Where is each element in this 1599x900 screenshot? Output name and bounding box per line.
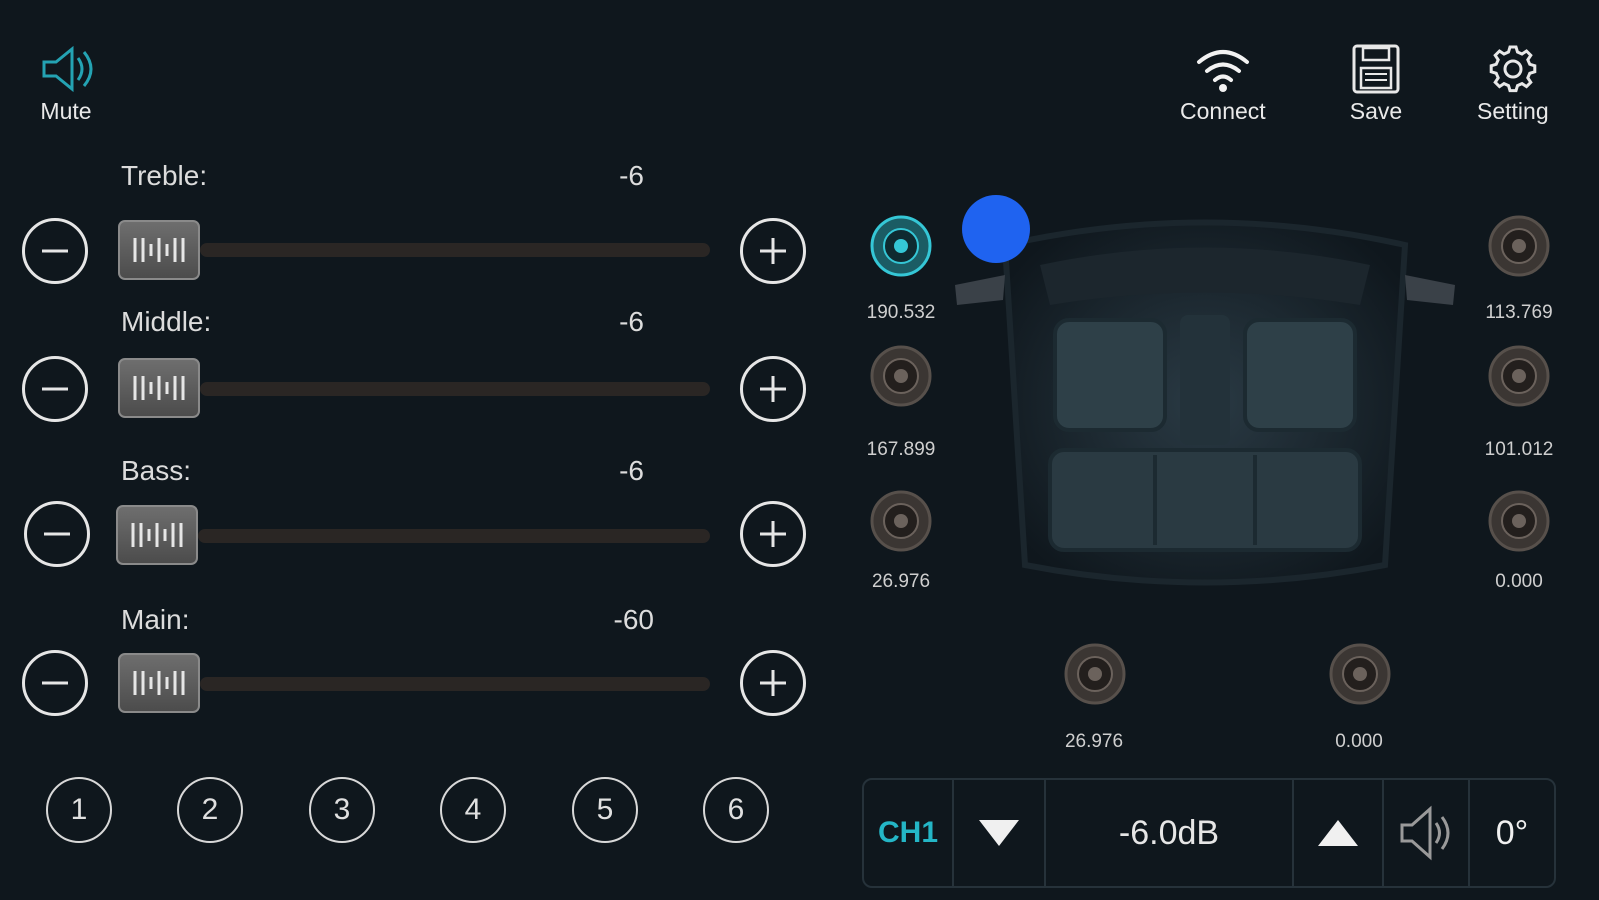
channel-selector[interactable]: CH1 <box>864 780 954 886</box>
treble-increase-button[interactable] <box>740 218 806 284</box>
main-increase-button[interactable] <box>740 650 806 716</box>
level-display: -6.0dB <box>1046 780 1294 886</box>
minus-icon <box>42 681 68 685</box>
preset-4-button[interactable]: 4 <box>440 777 506 843</box>
triangle-down-icon <box>979 820 1019 846</box>
phase-value: 0° <box>1495 813 1529 852</box>
level-up-button[interactable] <box>1294 780 1384 886</box>
bass-slider-thumb[interactable] <box>116 505 198 565</box>
speaker-mid-right-icon[interactable] <box>1488 345 1550 407</box>
preset-1-button[interactable]: 1 <box>46 777 112 843</box>
setting-button[interactable]: Setting <box>1477 44 1549 125</box>
middle-slider-thumb[interactable] <box>118 358 200 418</box>
middle-label: Middle: <box>121 306 212 337</box>
bass-decrease-button[interactable] <box>24 501 90 567</box>
connect-button[interactable]: Connect <box>1180 44 1266 125</box>
bass-label: Bass: <box>121 455 192 486</box>
save-label: Save <box>1349 98 1403 124</box>
speaker-icon <box>42 45 93 93</box>
speaker-mid-left-icon[interactable] <box>870 345 932 407</box>
middle-decrease-button[interactable] <box>22 356 88 422</box>
save-button[interactable]: Save <box>1348 44 1404 125</box>
grip-icon <box>131 523 183 547</box>
speaker-icon <box>1400 805 1450 861</box>
speaker-front-right-value: 113.769 <box>1485 302 1553 323</box>
level-value: -6.0dB <box>1118 813 1220 852</box>
wifi-icon <box>1196 50 1249 92</box>
listening-position-indicator[interactable] <box>962 195 1030 263</box>
bass-value: -6 <box>619 455 644 486</box>
treble-slider-thumb[interactable] <box>118 220 200 280</box>
setting-label: Setting <box>1477 98 1549 124</box>
grip-icon <box>133 238 185 262</box>
car-interior-image <box>955 219 1455 586</box>
speaker-bottom-left-value: 26.976 <box>1064 731 1124 752</box>
middle-increase-button[interactable] <box>740 356 806 422</box>
main-decrease-button[interactable] <box>22 650 88 716</box>
treble-slider-track[interactable] <box>200 243 710 257</box>
grip-icon <box>133 376 185 400</box>
triangle-up-icon <box>1318 820 1358 846</box>
middle-slider-track[interactable] <box>200 382 710 396</box>
speaker-bottom-right-value: 0.000 <box>1335 731 1383 752</box>
main-value: -60 <box>613 604 654 635</box>
preset-5-button[interactable]: 5 <box>572 777 638 843</box>
speaker-rear-right-value: 0.000 <box>1495 571 1543 592</box>
speaker-bottom-left-icon[interactable] <box>1064 643 1126 705</box>
speaker-mid-right-value: 101.012 <box>1484 439 1554 460</box>
mute-button[interactable]: Mute <box>36 44 96 125</box>
treble-decrease-button[interactable] <box>22 218 88 284</box>
minus-icon <box>42 249 68 253</box>
speaker-bottom-right-icon[interactable] <box>1329 643 1391 705</box>
save-icon <box>1352 44 1400 94</box>
middle-value: -6 <box>619 306 644 337</box>
plus-icon <box>760 521 786 547</box>
bass-increase-button[interactable] <box>740 501 806 567</box>
preset-3-button[interactable]: 3 <box>309 777 375 843</box>
speaker-front-left-value: 190.532 <box>866 302 936 323</box>
speaker-front-right-icon[interactable] <box>1488 215 1550 277</box>
speaker-rear-right-icon[interactable] <box>1488 490 1550 552</box>
preset-2-button[interactable]: 2 <box>177 777 243 843</box>
minus-icon <box>44 532 70 536</box>
connect-label: Connect <box>1180 98 1266 124</box>
channel-control-bar: CH1 -6.0dB 0° <box>862 778 1556 888</box>
main-slider-thumb[interactable] <box>118 653 200 713</box>
mute-label: Mute <box>40 98 92 124</box>
treble-label: Treble: <box>121 160 208 191</box>
plus-icon <box>760 238 786 264</box>
phase-button[interactable]: 0° <box>1470 780 1554 886</box>
gear-icon <box>1489 45 1537 93</box>
bass-slider-track[interactable] <box>198 529 710 543</box>
treble-value: -6 <box>619 160 644 191</box>
plus-icon <box>760 670 786 696</box>
grip-icon <box>133 671 185 695</box>
preset-6-button[interactable]: 6 <box>703 777 769 843</box>
minus-icon <box>42 387 68 391</box>
speaker-mid-left-value: 167.899 <box>866 439 936 460</box>
channel-label: CH1 <box>877 816 938 849</box>
main-slider-track[interactable] <box>200 677 710 691</box>
level-down-button[interactable] <box>954 780 1046 886</box>
channel-mute-button[interactable] <box>1384 780 1470 886</box>
speaker-rear-left-value: 26.976 <box>871 571 931 592</box>
speaker-rear-left-icon[interactable] <box>870 490 932 552</box>
main-label: Main: <box>121 604 190 635</box>
speaker-front-left-icon[interactable] <box>870 215 932 277</box>
plus-icon <box>760 376 786 402</box>
